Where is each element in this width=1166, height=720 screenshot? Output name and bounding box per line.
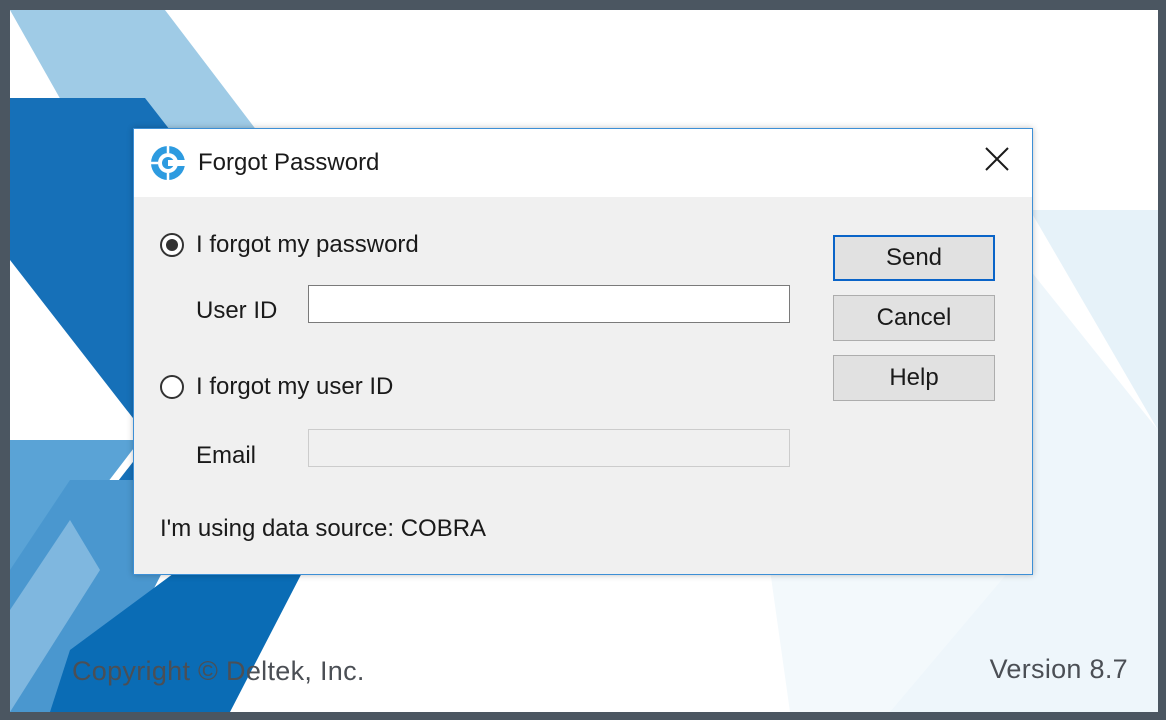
user-id-input[interactable] <box>308 285 790 323</box>
cobra-logo-icon <box>150 145 186 181</box>
email-label: Email <box>196 442 257 469</box>
close-icon <box>984 146 1010 177</box>
user-id-label: User ID <box>196 297 278 324</box>
cancel-button[interactable]: Cancel <box>833 295 995 341</box>
version-text: Version 8.7 <box>989 654 1128 684</box>
radio-button-selected[interactable] <box>160 233 184 257</box>
data-source-text: I'm using data source: COBRA <box>160 515 487 542</box>
help-button[interactable]: Help <box>833 355 995 401</box>
forgot-user-id-radio[interactable]: I forgot my user ID <box>160 373 393 401</box>
email-input[interactable] <box>308 429 790 467</box>
forgot-password-label: I forgot my password <box>196 231 419 258</box>
radio-button-unselected[interactable] <box>160 375 184 399</box>
close-button[interactable] <box>962 129 1032 193</box>
dialog-title: Forgot Password <box>198 149 380 176</box>
copyright-text: Copyright © Deltek, Inc. <box>72 656 365 686</box>
send-button[interactable]: Send <box>833 235 995 281</box>
dialog-titlebar[interactable]: Forgot Password <box>134 129 1032 197</box>
forgot-password-dialog: Forgot Password I forgot my password Use… <box>133 128 1033 575</box>
forgot-user-id-label: I forgot my user ID <box>196 373 394 400</box>
forgot-password-radio[interactable]: I forgot my password <box>160 231 419 259</box>
